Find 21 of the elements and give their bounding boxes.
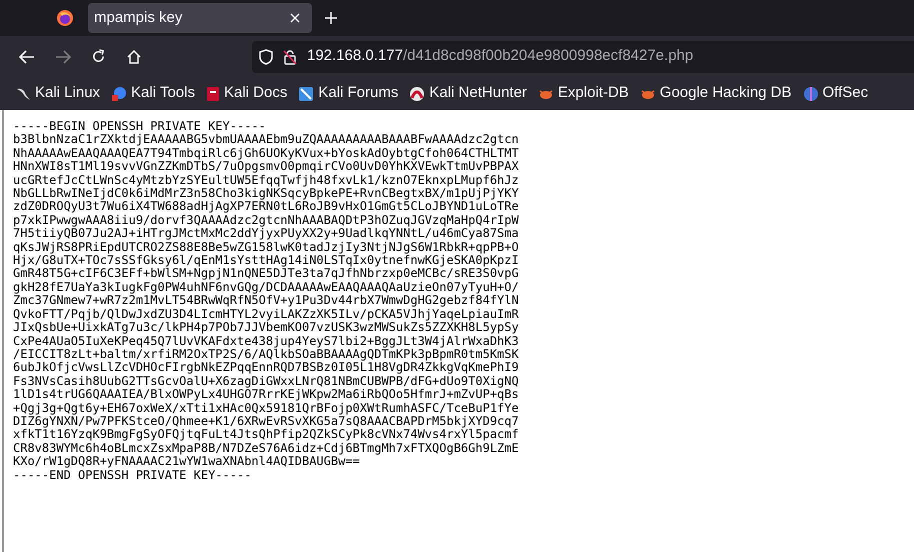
bookmark-item[interactable]: Exploit-DB: [538, 82, 629, 105]
bookmark-item[interactable]: Kali Forums: [298, 82, 398, 105]
bookmark-item[interactable]: Google Hacking DB: [640, 82, 792, 105]
home-icon[interactable]: [126, 48, 142, 64]
close-icon[interactable]: [290, 13, 300, 23]
document-icon: [206, 86, 220, 102]
insecure-lock-icon[interactable]: [283, 48, 297, 64]
bookmark-item[interactable]: Kali Linux: [15, 82, 100, 105]
address-bar[interactable]: 192.168.0.177/d41d8cd98f00b204e9800998ecf8427e.php: [252, 40, 914, 72]
url-text: 192.168.0.177/d41d8cd98f00b204e9800998ecf8427e.php: [307, 46, 694, 66]
browser-tab[interactable]: mpampis key: [88, 3, 312, 33]
tab-title: mpampis key: [94, 8, 184, 28]
new-tab-icon[interactable]: [324, 11, 338, 25]
back-icon[interactable]: [19, 50, 35, 64]
reload-icon[interactable]: [91, 49, 106, 64]
bookmark-item[interactable]: Kali Docs: [206, 82, 288, 105]
bookmark-item[interactable]: Kali Tools: [111, 82, 195, 105]
private-key-text: -----BEGIN OPENSSH PRIVATE KEY----- b3BlbnNzaC1rZXktdjEAAAAABG5vbmUAAAAEbm9uZQAAAAAAAAABAAABFwAAAAdzc2gtcn NhAAAAAwEAAQAAAQEA7T94TmbqiRlc6jGh6UOKyKVux+bYoskAdOybtgCfoh064CTHLTMT HNnXWI8sT1Ml19svvVGnZZKmDTbS/7uOpgsmvO0pmqirCVo0UvD0YhKXVEwkTtmUvPBPAX ucGRtefJcCtLWnSc4yMtzbYzSYEultUW5EfqqTwfjh48fxvLk1/kznO7EknxpLMupf6hJz NbGLLbRwINeIjdC0k6iMdMrZ3n58Cho3kigNKSqcyBpkePE+RvnCBegtxBX/m1pUjPjYKY zdZ0DROQyU3t7Wu6iX4TW688adHjAgXP7ERN0tL6RoJB9vHxO1GmGt5CLoJBYND1uLoTRe p7xkIPwwgwAAA8iiu9/dorvf3QAAAAdzc2gtcnNhAAABAQDtP3hOZuqJGVzqMaHpQ4rIpW 7H5tiiyQB07Ju2AJ+iHTrgJMctMxMc2ddYjyxPUyXX2y+9UadlkqYNNtL/u46mCya87Sma qKsJWjRS8PRiEpdUTCRO2ZS88E8Be5wZG158lwK0tadJzjIy3NtjNJgS6W1RbkR+qpPB+O Hjx/G8uTX+TOc7sSSfGksy6l/qEnM1sYsttHAg14iN0LSTqIx0ytnefnwKGjeSKA0pKpzI GmR48T5G+cIF6C3EFf+bWlSM+NgpjN1nQNE5DJTe3ta7qJfhNbrzxp0eMCBc/sRE3S0vpG gkH28fE7UaYa3kIugkFg0PW4uhNF6nvGQg/DCDAAAAAwEAAQAAAQAaUzieOn07yTyuH+O/ Zmc37GNmew7+wR7z2m1MvLT54BRwWqRfN5OfV+y1Pu3Dv44rbX7WmwDgHG2gebzf84fYlN QvkoFTT/Pqjb/QlDwJxdZU3D4LIcmHTYL2vyiLAKZzXK5ILv/pCKA5VJhjYaqeLpiauImR JIxQsbUe+UixkATg7u3c/lkPH4p7POb7JJVbemKO07vzUSK3wzMWSukZs5ZZXKH8L5ypSy CxPe4AUaO5IuXeKPeq45Q7lUvVKAFdxte438jup4YeyS7lbi2+BggJLt3W4jAlrWxaDhK3 /EICCIT8zLt+baltm/xrfiRM2OxTP2S/6/AQlkbSOaBBAAAAgQDTmKPk3pBpmR0tm5KmSK 6ubJkOfjcVwsLlZcVDHOcFIrgbNkEZPqqEnnRQD7BSBz0I05L1H8VgDR4ZkkgVqKmePhI9 Fs3NVsCasih8UubG2TTsGcvOalU+X6zagDiGWxxLNrQ81NBmCUBWPB/dFG+dUo9T0XigNQ 1lD1s4trUG6QAAAIEA/BlxOWPyLx4UHGO7RrrKEjWKpw2Ma6iRbQOo5HfmrJ+mZvUP+qBs +Qgj3g+Qgt6y+EH67oxWeX/xTti1xHAc0Qx59181QrBFojp0XWtRumhASFC/TceBuP1fYe DIZ6gYNXN/Pw7PFKStceO/Qhmee+K1/6XRwEvRSvXKG5a7sQ8AAACBAPDrM5bkjXYD9cq7 xfkT1t16YzqK9BmgFgSyOFQjtqFuLt4JtsQhPfip2QZkSCyPk8cVNx74Wvs4rxYl5pacmf CR8v83WYMc6h4oBLmcxZsxMpaP8B/N7DZeS76A6idz+Cdj6BTmgMh7xFTXQOgB6Gh9LZmE KXo/rW1gDQ8R+yFNAAAAC21wYW1waXNAbnl4AQIDBAUGBw== -----END OPENSSH PRIVATE KEY-----: [13, 120, 520, 482]
bookmark-item[interactable]: OffSec: [802, 82, 868, 105]
browser-logo-icon[interactable]: [56, 9, 74, 27]
bookmark-item[interactable]: Kali NetHunter: [409, 82, 527, 105]
